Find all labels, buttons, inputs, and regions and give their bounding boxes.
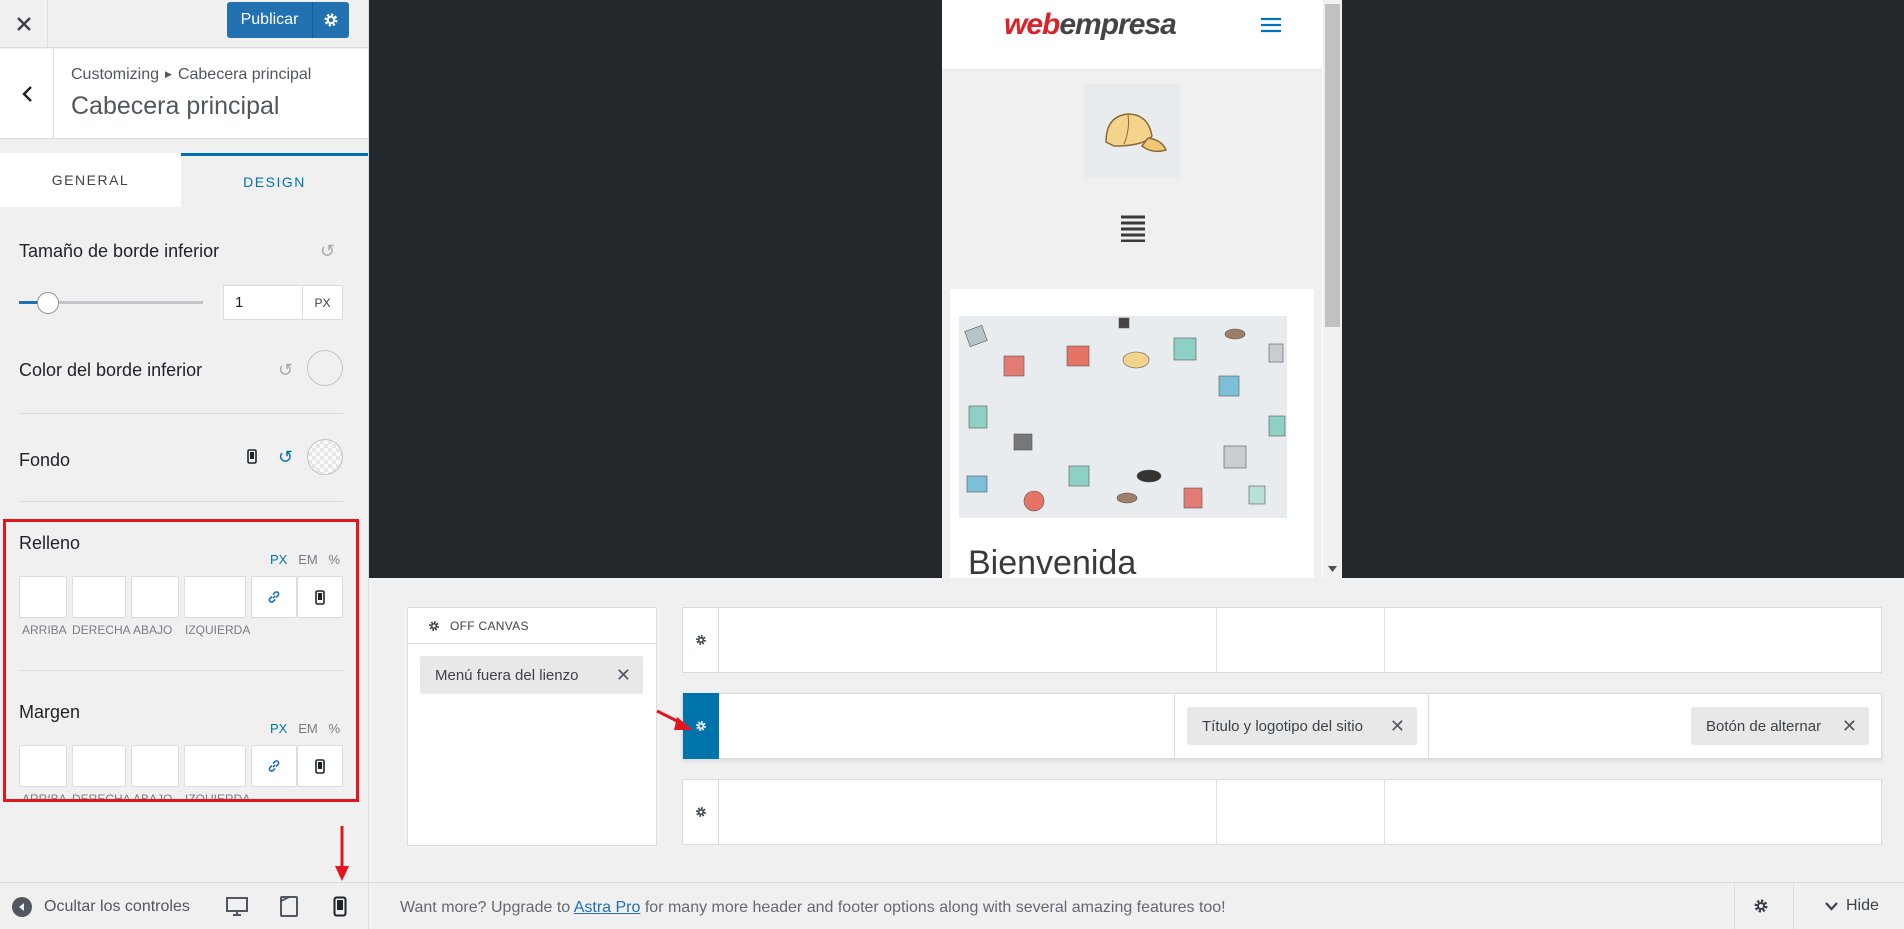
- builder-row-below: [682, 779, 1882, 845]
- divider: [19, 413, 343, 414]
- mobile-preview-icon[interactable]: [333, 896, 347, 922]
- border-size-unit[interactable]: PX: [302, 285, 343, 320]
- site-logo[interactable]: webempresa: [1004, 8, 1177, 42]
- remove-icon[interactable]: ✕: [1390, 716, 1405, 737]
- builder-footer: Want more? Upgrade to Astra Pro for many…: [369, 882, 1904, 929]
- reset-icon[interactable]: ↺: [278, 360, 293, 381]
- menu-list-icon[interactable]: [1120, 214, 1146, 242]
- reset-icon[interactable]: ↺: [278, 447, 293, 468]
- background-label: Fondo: [19, 450, 71, 470]
- offcanvas-title: OFF CANVAS: [450, 618, 529, 633]
- gear-icon: [695, 807, 706, 817]
- breadcrumb-root: Customizing: [71, 66, 160, 83]
- breadcrumb-separator-icon: ▶: [165, 69, 172, 79]
- remove-icon[interactable]: ✕: [616, 665, 631, 686]
- mobile-preview-frame: webempresa Bienvenida: [942, 0, 1342, 578]
- annotation-arrow-icon: [656, 709, 693, 730]
- offcanvas-panel: OFF CANVAS Menú fuera del lienzo ✕: [407, 607, 657, 846]
- annotation-arrow-icon: [335, 826, 349, 881]
- slider-handle[interactable]: [37, 292, 59, 314]
- customizer-sidebar: Publicar Customizing ▶ Cabecera principal …: [0, 0, 369, 929]
- collapse-icon[interactable]: [12, 897, 32, 917]
- remove-icon[interactable]: ✕: [1842, 716, 1857, 737]
- divider: [19, 501, 343, 502]
- border-color-label: Color del borde inferior: [19, 360, 203, 380]
- close-icon: [16, 17, 31, 31]
- background-swatch[interactable]: [307, 439, 343, 475]
- chip-label: Título y logotipo del sitio: [1202, 717, 1363, 735]
- hide-controls-label[interactable]: Ocultar los controles: [44, 898, 190, 916]
- hide-builder-button[interactable]: Hide: [1825, 897, 1879, 915]
- hero-image: [959, 316, 1287, 518]
- mobile-device-icon[interactable]: [247, 449, 257, 469]
- tablet-preview-icon[interactable]: [280, 896, 298, 922]
- tab-general[interactable]: GENERAL: [0, 153, 181, 207]
- gear-icon: [695, 635, 706, 645]
- builder-settings-button[interactable]: [1753, 898, 1769, 919]
- cap-image: [1084, 84, 1180, 178]
- row-settings-button[interactable]: [683, 780, 719, 844]
- customizer-topbar: Publicar: [0, 0, 368, 48]
- column-divider: [1428, 694, 1429, 758]
- chevron-left-icon: [21, 86, 32, 102]
- scroll-down-icon[interactable]: [1328, 566, 1337, 573]
- publish-button[interactable]: Publicar: [227, 2, 349, 38]
- tab-bar: GENERAL DESIGN: [0, 153, 368, 207]
- site-title-chip[interactable]: Título y logotipo del sitio ✕: [1187, 707, 1417, 745]
- border-size-label: Tamaño de borde inferior: [19, 241, 220, 261]
- divider: [1734, 883, 1735, 929]
- bottom-controls: Ocultar los controles: [0, 882, 368, 929]
- publish-label: Publicar: [227, 2, 313, 38]
- astra-pro-link[interactable]: Astra Pro: [574, 899, 641, 916]
- breadcrumb: Customizing ▶ Cabecera principal: [71, 66, 311, 84]
- column-divider: [1384, 608, 1385, 672]
- tab-design[interactable]: DESIGN: [181, 153, 368, 207]
- back-button[interactable]: [0, 49, 54, 139]
- gear-icon: [695, 721, 706, 731]
- cap-illustration-icon: [1105, 113, 1168, 153]
- reset-icon[interactable]: ↺: [320, 241, 335, 262]
- column-divider: [1216, 608, 1217, 672]
- border-size-input[interactable]: 1: [223, 285, 303, 320]
- row-settings-button[interactable]: [683, 608, 719, 672]
- publish-settings-button[interactable]: [313, 12, 349, 28]
- gear-icon: [324, 13, 338, 27]
- highlight-box: [3, 519, 359, 802]
- column-divider: [1216, 780, 1217, 844]
- upgrade-text-post: for many more header and footer options …: [640, 899, 1226, 916]
- page-title: Cabecera principal: [71, 92, 280, 120]
- close-button[interactable]: [0, 0, 48, 48]
- menu-toggle-icon[interactable]: [1260, 16, 1282, 34]
- chevron-down-icon: [1825, 901, 1838, 911]
- offcanvas-header[interactable]: OFF CANVAS: [408, 608, 656, 644]
- upgrade-text-pre: Want more? Upgrade to: [400, 899, 574, 916]
- builder-row-primary: Título y logotipo del sitio ✕ Botón de a…: [682, 693, 1882, 759]
- logo-part-empresa: empresa: [1059, 8, 1176, 41]
- hide-label: Hide: [1846, 897, 1879, 914]
- logo-part-web: web: [1004, 8, 1060, 41]
- upgrade-notice: Want more? Upgrade to Astra Pro for many…: [400, 899, 1226, 917]
- border-color-swatch[interactable]: [307, 350, 343, 386]
- desktop-preview-icon[interactable]: [226, 897, 248, 922]
- offcanvas-menu-chip[interactable]: Menú fuera del lienzo ✕: [420, 656, 643, 694]
- gear-icon: [429, 620, 439, 631]
- chip-label: Botón de alternar: [1706, 717, 1822, 735]
- scrollbar-thumb[interactable]: [1325, 4, 1340, 327]
- breadcrumb-current: Cabecera principal: [177, 66, 312, 83]
- section-header: Customizing ▶ Cabecera principal Cabecera …: [0, 49, 368, 139]
- divider: [1793, 883, 1794, 929]
- chip-label: Menú fuera del lienzo: [435, 666, 579, 684]
- builder-row-above: [682, 607, 1882, 673]
- clothes-pattern-icon: [964, 317, 1286, 512]
- gear-icon: [1754, 899, 1768, 913]
- column-divider: [1384, 780, 1385, 844]
- toggle-button-chip[interactable]: Botón de alternar ✕: [1691, 707, 1869, 745]
- column-divider: [1174, 694, 1175, 758]
- welcome-heading: Bienvenida: [968, 544, 1137, 578]
